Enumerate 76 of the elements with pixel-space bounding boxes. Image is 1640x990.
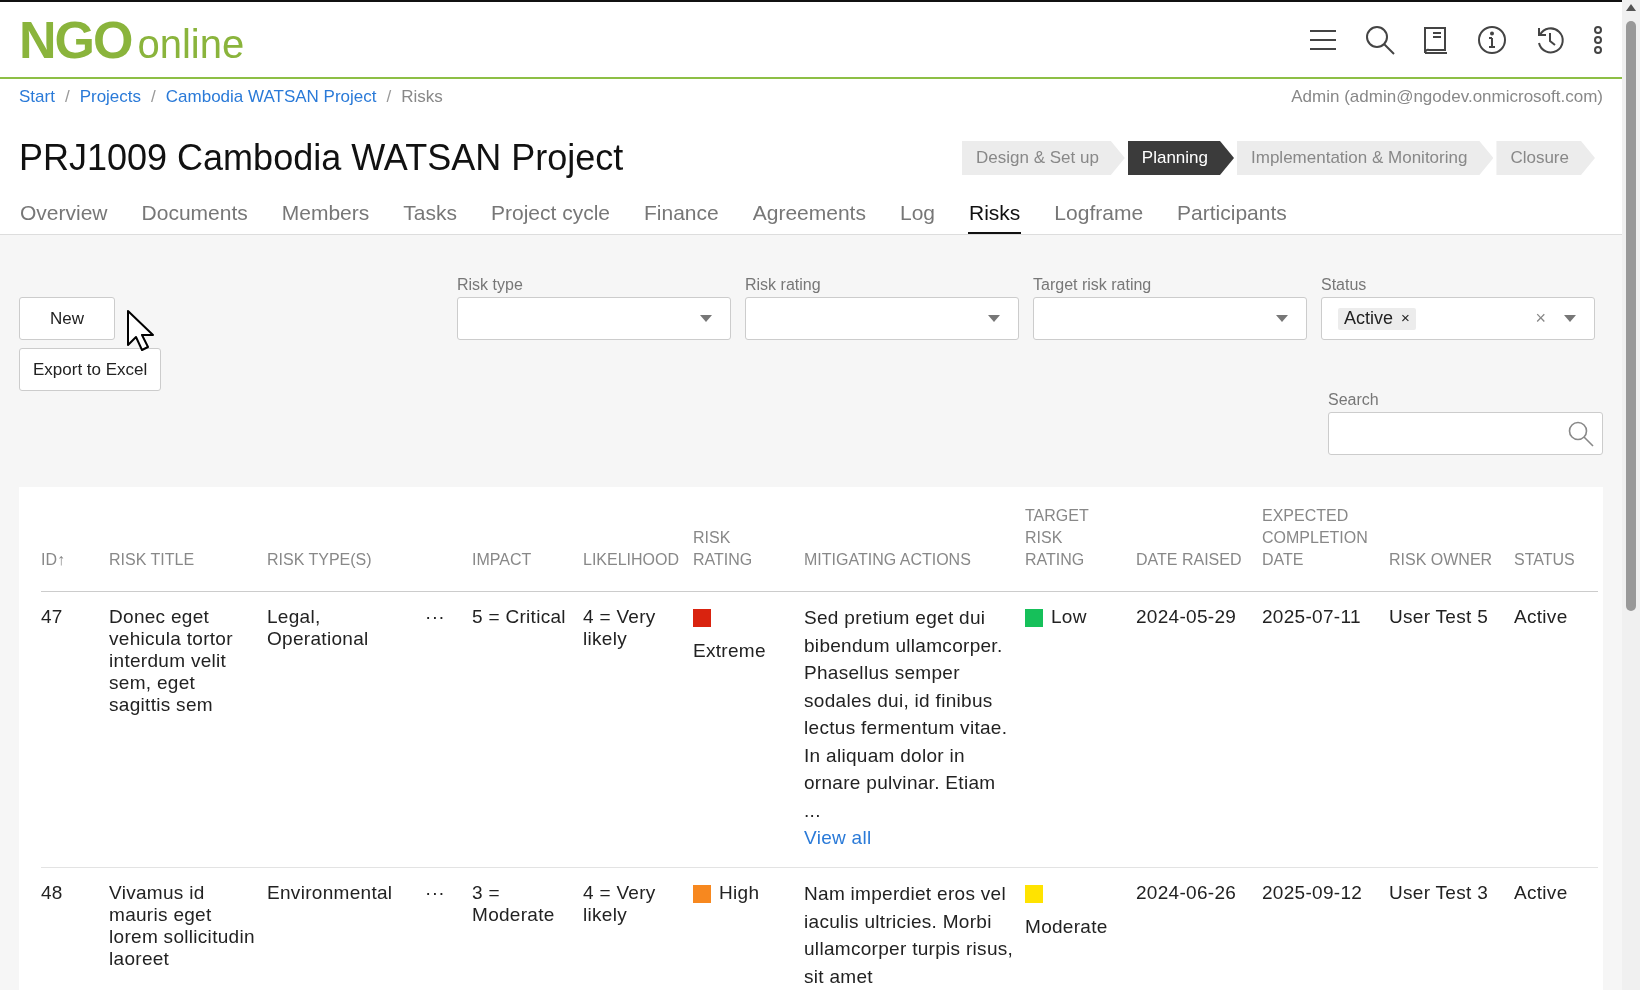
more-button[interactable]: ··· <box>425 609 445 625</box>
phase-step[interactable]: Planning <box>1127 141 1234 175</box>
table-cell-text: Sed pretium eget dui bibendum ullamcorper. Phasellus semper sodales dui, id finibus lectus fermentum vitae. In aliquam dolor in ornare pulvinar. Etiam ... <box>804 606 1009 823</box>
chip-remove[interactable]: × <box>1401 307 1410 330</box>
view-all-link[interactable]: View all <box>804 824 1017 851</box>
table-cell: 4 = Very likely <box>583 882 656 925</box>
table-cell: 3 = Moderate <box>472 882 555 925</box>
rating-label: Extreme <box>693 640 766 661</box>
rating-label: High <box>719 882 760 903</box>
column-header: EXPECTED COMPLETION DATE <box>1262 507 1368 568</box>
tab[interactable]: Logframe <box>1053 196 1145 234</box>
table-cell: Legal, Operational <box>267 606 369 649</box>
clear-button[interactable]: × <box>1535 305 1546 332</box>
new-button[interactable]: New <box>19 297 115 340</box>
more-button[interactable]: ··· <box>425 885 445 901</box>
field-label: Search <box>1328 390 1380 410</box>
tab[interactable]: Finance <box>643 196 720 234</box>
logo-text: NGO <box>19 13 132 66</box>
phase-step[interactable]: Design & Set up <box>962 141 1125 175</box>
table-cell: 2024-06-26 <box>1136 882 1237 903</box>
breadcrumb-link[interactable]: Cambodia WATSAN Project <box>165 84 377 110</box>
breadcrumb-link[interactable]: Projects <box>79 84 142 110</box>
column-header[interactable]: ID↑ <box>41 551 65 568</box>
column-header: STATUS <box>1514 551 1575 568</box>
tab[interactable]: Project cycle <box>489 196 611 234</box>
table-cell: 47 <box>41 606 63 627</box>
logo-text: online <box>137 21 245 66</box>
breadcrumb-separator: / <box>64 86 70 109</box>
field-label: Risk rating <box>745 275 822 295</box>
tab[interactable]: Participants <box>1176 196 1288 234</box>
tab[interactable]: Members <box>280 196 371 234</box>
field-label: Target risk rating <box>1033 275 1153 295</box>
table-cell-text: Nam imperdiet eros vel iaculis ultricies. Morbi ullamcorper turpis risus, sit amet <box>804 882 1015 989</box>
breadcrumb-separator: / <box>151 86 156 109</box>
field-label: Status <box>1321 275 1368 295</box>
field-label: Risk type <box>457 275 524 295</box>
chip-label: Active <box>1344 307 1394 330</box>
rating-label: Low <box>1051 606 1087 627</box>
table-cell: Vivamus id mauris eget lorem sollicitudin laoreet <box>109 882 255 969</box>
table-cell: 4 = Very likely <box>583 606 656 649</box>
select-field[interactable]: Active × × <box>1321 297 1595 340</box>
table-cell: Environmental <box>267 882 393 903</box>
user-name: Admin (admin@ngodev.onmicrosoft.com) <box>1291 86 1603 109</box>
breadcrumb-link[interactable]: Start <box>19 84 55 110</box>
breadcrumb-separator: / <box>386 86 392 109</box>
tab[interactable]: Overview <box>19 196 109 234</box>
table-cell: Donec eget vehicula tortor interdum velit sem, eget sagittis sem <box>109 606 233 715</box>
column-header: RISK OWNER <box>1389 551 1493 568</box>
column-header: DATE RAISED <box>1136 551 1242 568</box>
tab[interactable]: Risks <box>968 196 1022 234</box>
tab[interactable]: Tasks <box>402 196 458 234</box>
column-header: RISK TYPE(S) <box>267 551 372 568</box>
column-header: LIKELIHOOD <box>583 551 680 568</box>
table-cell: 5 = Critical <box>472 606 566 627</box>
table-cell: Active <box>1514 882 1568 903</box>
table-cell: User Test 3 <box>1389 882 1489 903</box>
phase-step[interactable]: Closure <box>1496 141 1595 175</box>
tab[interactable]: Agreements <box>751 196 867 234</box>
table-cell: Active <box>1514 606 1568 627</box>
rating-label: Moderate <box>1025 916 1108 937</box>
column-header: RISK TITLE <box>109 551 195 568</box>
table-cell: 48 <box>41 882 63 903</box>
project-title: PRJ1009 Cambodia WATSAN Project <box>19 136 624 180</box>
tab[interactable]: Documents <box>140 196 249 234</box>
tab[interactable]: Log <box>898 196 936 234</box>
table-cell: User Test 5 <box>1389 606 1489 627</box>
column-header: TARGET RISK RATING <box>1025 507 1089 568</box>
breadcrumb-current: Risks <box>401 86 443 109</box>
column-header: IMPACT <box>472 551 532 568</box>
export-button[interactable]: Export to Excel <box>19 348 162 391</box>
table-cell: 2025-07-11 <box>1262 606 1361 627</box>
table-cell: 2025-09-12 <box>1262 882 1363 903</box>
column-header: RISK RATING <box>693 529 753 568</box>
column-header: MITIGATING ACTIONS <box>804 551 971 568</box>
table-cell: 2024-05-29 <box>1136 606 1237 627</box>
phase-step[interactable]: Implementation & Monitoring <box>1237 141 1494 175</box>
